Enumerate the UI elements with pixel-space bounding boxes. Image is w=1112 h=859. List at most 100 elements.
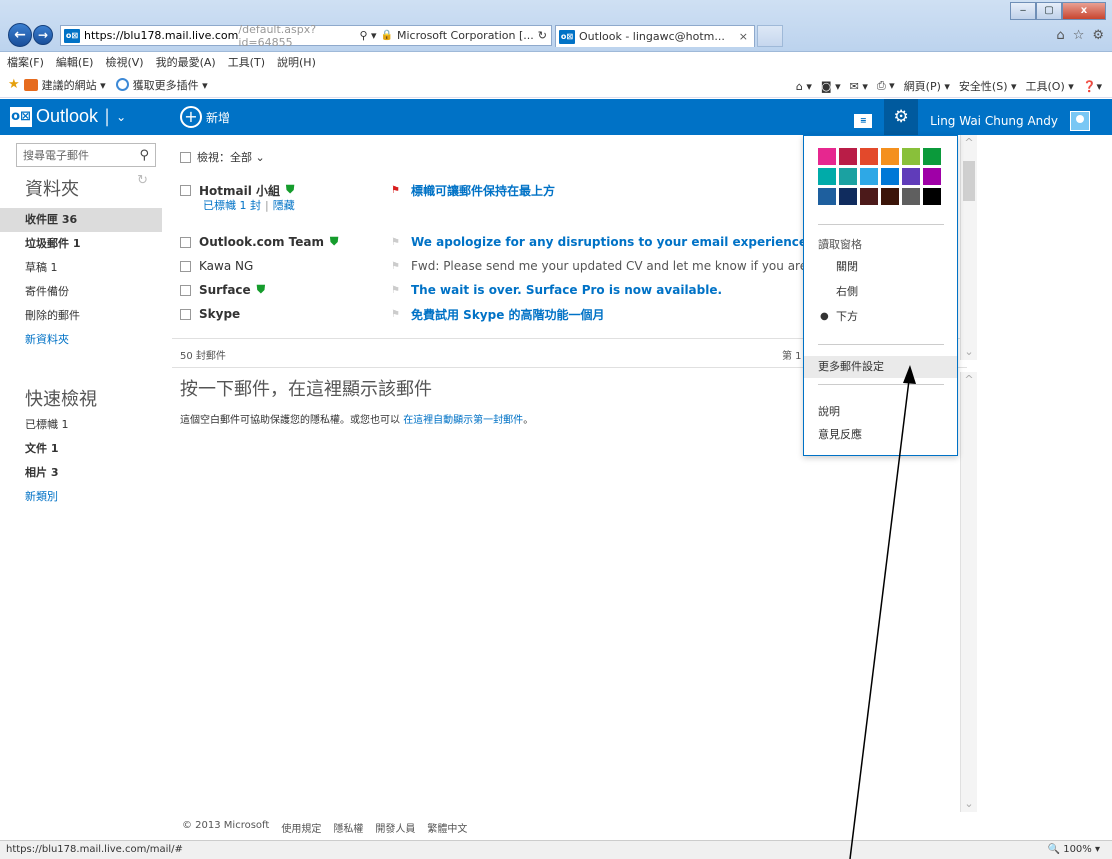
avatar[interactable] bbox=[1070, 111, 1090, 131]
search-icon[interactable]: ⚲ bbox=[139, 148, 149, 163]
sidebar-item-drafts[interactable]: 草稿 1 bbox=[0, 256, 162, 280]
flag-icon[interactable]: ⚑ bbox=[391, 285, 403, 296]
hide-link[interactable]: 隱藏 bbox=[273, 199, 295, 212]
browser-tab-outlook[interactable]: o⊠ Outlook - lingawc@hotm... × bbox=[555, 25, 755, 47]
theme-swatch[interactable] bbox=[923, 168, 941, 185]
theme-swatch[interactable] bbox=[860, 168, 878, 185]
theme-swatch[interactable] bbox=[923, 188, 941, 205]
help-icon[interactable]: ❓▾ bbox=[1083, 80, 1102, 93]
cert-label[interactable]: Microsoft Corporation [... bbox=[397, 29, 534, 42]
mail-icon[interactable]: ✉ ▾ bbox=[850, 80, 868, 93]
reading-scrollbar[interactable]: ^ ⌄ bbox=[960, 372, 977, 812]
row-checkbox[interactable] bbox=[180, 308, 191, 320]
sidebar-item-sent[interactable]: 寄件備份 bbox=[0, 280, 162, 304]
search-input[interactable]: 搜尋電子郵件 ⚲ bbox=[16, 143, 156, 167]
cmd-page[interactable]: 網頁(P) ▾ bbox=[904, 78, 950, 94]
lock-icon[interactable]: 🔒 bbox=[381, 30, 393, 41]
row-checkbox[interactable] bbox=[180, 260, 191, 272]
messaging-icon[interactable]: ≡ bbox=[854, 114, 873, 128]
show-first-message-link[interactable]: 在這裡自動顯示第一封郵件 bbox=[403, 415, 523, 426]
refresh-icon[interactable]: ↻ bbox=[538, 29, 547, 42]
flagged-count-link[interactable]: 已標幟 1 封 bbox=[203, 199, 261, 212]
new-message-button[interactable]: + 新增 bbox=[180, 106, 230, 128]
scroll-up-icon[interactable]: ^ bbox=[961, 372, 977, 388]
view-filter-dropdown[interactable]: 檢視：全部 ⌄ bbox=[197, 149, 265, 165]
menu-file[interactable]: 檔案(F) bbox=[7, 54, 44, 70]
sidebar-item-photos[interactable]: 相片 3 bbox=[0, 461, 162, 485]
new-folder-link[interactable]: 新資料夾 bbox=[0, 328, 162, 352]
back-button[interactable]: ← bbox=[8, 23, 32, 47]
theme-swatch[interactable] bbox=[881, 148, 899, 165]
theme-swatch[interactable] bbox=[839, 168, 857, 185]
theme-swatch[interactable] bbox=[818, 168, 836, 185]
menu-help[interactable]: 說明(H) bbox=[277, 54, 316, 70]
new-category-link[interactable]: 新類別 bbox=[0, 485, 162, 509]
theme-swatch[interactable] bbox=[881, 168, 899, 185]
forward-button[interactable]: → bbox=[33, 25, 53, 45]
sidebar-item-flagged[interactable]: 已標幟 1 bbox=[0, 413, 162, 437]
gear-icon[interactable]: ⚙ bbox=[1092, 28, 1104, 43]
reading-pane-right[interactable]: 右側 bbox=[804, 281, 957, 303]
close-window-button[interactable]: x bbox=[1062, 2, 1106, 20]
theme-swatch[interactable] bbox=[839, 188, 857, 205]
rss-icon[interactable]: ◙ ▾ bbox=[821, 80, 841, 93]
more-mail-settings[interactable]: 更多郵件設定 bbox=[804, 356, 957, 378]
suggested-sites[interactable]: 建議的網站 ▾ bbox=[23, 77, 106, 93]
theme-swatch[interactable] bbox=[818, 148, 836, 165]
list-scrollbar[interactable]: ^ ⌄ bbox=[960, 135, 977, 360]
reading-pane-off[interactable]: 關閉 bbox=[804, 256, 957, 278]
print-icon[interactable]: ⎙ ▾ bbox=[877, 79, 895, 93]
flag-icon[interactable]: ⚑ bbox=[391, 261, 403, 272]
zoom-control[interactable]: 🔍 100% ▾ bbox=[1048, 841, 1100, 859]
theme-swatch[interactable] bbox=[818, 188, 836, 205]
terms-link[interactable]: 使用規定 bbox=[281, 820, 321, 835]
row-checkbox[interactable] bbox=[180, 284, 191, 296]
scroll-down-icon[interactable]: ⌄ bbox=[961, 796, 977, 812]
language-link[interactable]: 繁體中文 bbox=[427, 820, 467, 835]
theme-swatch[interactable] bbox=[860, 148, 878, 165]
home-icon[interactable]: ⌂ bbox=[1056, 28, 1064, 43]
tab-close-icon[interactable]: × bbox=[739, 30, 748, 43]
address-bar[interactable]: o⊠ https://blu178.mail.live.com/default.… bbox=[60, 23, 552, 49]
outlook-logo[interactable]: o⊠ Outlook | ⌄ bbox=[10, 106, 126, 127]
menu-favorites[interactable]: 我的最愛(A) bbox=[156, 54, 216, 70]
theme-swatch[interactable] bbox=[860, 188, 878, 205]
home-icon[interactable]: ⌂ ▾ bbox=[796, 80, 812, 93]
flag-icon[interactable]: ⚑ bbox=[391, 185, 403, 196]
settings-gear-icon[interactable]: ⚙ bbox=[884, 99, 919, 135]
favorites-star-icon[interactable]: ★ bbox=[8, 77, 20, 92]
theme-swatch[interactable] bbox=[902, 148, 920, 165]
developers-link[interactable]: 開發人員 bbox=[375, 820, 415, 835]
feedback-menu-item[interactable]: 意見反應 bbox=[804, 424, 957, 446]
menu-tools[interactable]: 工具(T) bbox=[228, 54, 265, 70]
theme-swatch[interactable] bbox=[839, 148, 857, 165]
user-name[interactable]: Ling Wai Chung Andy bbox=[930, 114, 1058, 128]
menu-view[interactable]: 檢視(V) bbox=[105, 54, 143, 70]
theme-swatch[interactable] bbox=[902, 188, 920, 205]
cmd-safety[interactable]: 安全性(S) ▾ bbox=[959, 78, 1017, 94]
minimize-button[interactable]: ‒ bbox=[1010, 2, 1036, 20]
maximize-button[interactable]: ▢ bbox=[1036, 2, 1062, 20]
chevron-down-icon[interactable]: ⌄ bbox=[116, 110, 126, 124]
sidebar-item-documents[interactable]: 文件 1 bbox=[0, 437, 162, 461]
select-all-checkbox[interactable] bbox=[180, 151, 191, 163]
help-menu-item[interactable]: 說明 bbox=[804, 401, 957, 423]
row-checkbox[interactable] bbox=[180, 236, 191, 248]
refresh-icon[interactable]: ↻ bbox=[137, 173, 148, 188]
search-dropdown-icon[interactable]: ⚲ ▾ bbox=[359, 29, 376, 42]
row-checkbox[interactable] bbox=[180, 184, 191, 196]
cmd-tools[interactable]: 工具(O) ▾ bbox=[1026, 78, 1074, 94]
theme-swatch[interactable] bbox=[902, 168, 920, 185]
favorites-star-icon[interactable]: ☆ bbox=[1073, 28, 1085, 43]
new-tab-button[interactable] bbox=[757, 25, 783, 47]
scroll-thumb[interactable] bbox=[963, 161, 975, 201]
sidebar-item-inbox[interactable]: 收件匣 36 bbox=[0, 208, 162, 232]
theme-swatch[interactable] bbox=[923, 148, 941, 165]
reading-pane-bottom[interactable]: ● 下方 bbox=[804, 306, 957, 328]
sidebar-item-deleted[interactable]: 刪除的郵件 bbox=[0, 304, 162, 328]
menu-edit[interactable]: 編輯(E) bbox=[56, 54, 94, 70]
privacy-link[interactable]: 隱私權 bbox=[333, 820, 363, 835]
sidebar-item-junk[interactable]: 垃圾郵件 1 bbox=[0, 232, 162, 256]
flag-icon[interactable]: ⚑ bbox=[391, 309, 403, 320]
scroll-up-icon[interactable]: ^ bbox=[961, 135, 977, 151]
